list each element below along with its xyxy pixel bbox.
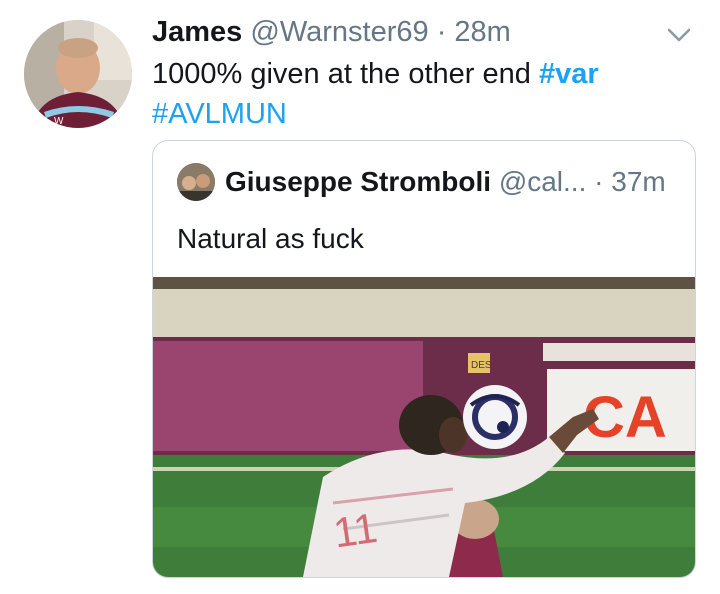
quoted-avatar-image — [177, 163, 215, 201]
chevron-down-icon[interactable] — [662, 18, 696, 52]
svg-text:W: W — [54, 116, 64, 127]
avatar[interactable]: W — [24, 20, 132, 128]
football-photo: DES CA 11 — [153, 277, 695, 577]
quoted-text: Natural as fuck — [177, 223, 364, 254]
quoted-tweet[interactable]: Giuseppe Stromboli @cal... · 37m Natural… — [152, 140, 696, 578]
tweet-text: 1000% given at the other end #var #AVLMU… — [152, 54, 692, 134]
shirt-number: 11 — [330, 504, 380, 557]
hashtag-avlmun[interactable]: #AVLMUN — [152, 98, 287, 130]
author-handle[interactable]: @Warnster69 — [250, 16, 428, 48]
avatar-image: W — [24, 20, 132, 128]
svg-text:DES: DES — [471, 360, 492, 371]
quoted-separator-dot: · — [594, 166, 604, 197]
separator-dot: · — [436, 16, 447, 48]
tweet-body: 1000% given at the other end — [152, 58, 539, 90]
quoted-author-name[interactable]: Giuseppe Stromboli — [225, 166, 491, 197]
tweet[interactable]: W James @Warnster69 · 28m 1000% given at… — [0, 0, 720, 594]
quoted-avatar[interactable] — [177, 163, 215, 201]
quoted-author-handle[interactable]: @cal... — [499, 166, 587, 197]
author-name[interactable]: James — [152, 16, 242, 48]
hashtag-var[interactable]: #var — [539, 58, 599, 90]
quoted-media[interactable]: DES CA 11 — [153, 277, 695, 577]
tweet-header: James @Warnster69 · 28m — [152, 14, 511, 50]
timestamp[interactable]: 28m — [454, 16, 510, 48]
quoted-timestamp[interactable]: 37m — [611, 166, 665, 197]
quoted-header: Giuseppe Stromboli @cal... · 37m — [225, 165, 666, 199]
